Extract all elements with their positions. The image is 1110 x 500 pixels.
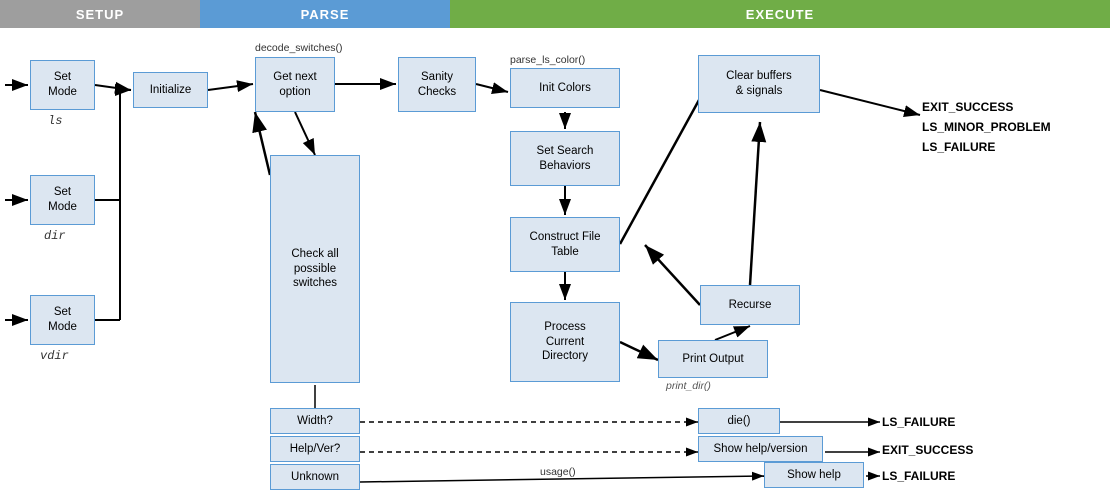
parse-ls-color-label: parse_ls_color() (510, 54, 585, 66)
setup-label: SETUP (76, 7, 124, 22)
clear-buffers-box: Clear buffers& signals (698, 55, 820, 113)
unknown-box: Unknown (270, 464, 360, 490)
exit-success-1: EXIT_SUCCESS (922, 100, 1013, 114)
execute-label: EXECUTE (746, 7, 814, 22)
print-dir-label: print_dir() (666, 380, 711, 392)
die-label: die() (727, 414, 750, 429)
die-box: die() (698, 408, 780, 434)
init-colors-box: Init Colors (510, 68, 620, 108)
dir-label: dir (44, 229, 66, 243)
set-mode-ls-box: SetMode (30, 60, 95, 110)
set-search-box: Set SearchBehaviors (510, 131, 620, 186)
set-mode-vdir-label: SetMode (48, 305, 77, 335)
set-mode-dir-box: SetMode (30, 175, 95, 225)
check-switches-label: Check allpossibleswitches (291, 247, 338, 292)
ls-failure-1: LS_FAILURE (922, 140, 995, 154)
sanity-checks-label: SanityChecks (418, 70, 456, 100)
recurse-label: Recurse (729, 298, 772, 313)
width-q-box: Width? (270, 408, 360, 434)
init-colors-label: Init Colors (539, 81, 591, 96)
get-next-option-box: Get nextoption (255, 57, 335, 112)
decode-switches-label: decode_switches() (255, 42, 343, 54)
set-search-label: Set SearchBehaviors (537, 144, 594, 174)
clear-buffers-label: Clear buffers& signals (726, 69, 792, 99)
recurse-box: Recurse (700, 285, 800, 325)
construct-file-label: Construct FileTable (530, 230, 601, 260)
parse-label: PARSE (301, 7, 350, 22)
show-help-label: Show help (787, 468, 841, 483)
set-mode-ls-label: SetMode (48, 70, 77, 100)
ls-label: ls (48, 114, 62, 128)
show-help-ver-label: Show help/version (714, 442, 808, 457)
usage-label: usage() (540, 466, 576, 478)
check-switches-box: Check allpossibleswitches (270, 155, 360, 383)
ls-failure-3: LS_FAILURE (882, 469, 955, 483)
set-mode-dir-label: SetMode (48, 185, 77, 215)
get-next-option-label: Get nextoption (273, 70, 316, 100)
diagram: SETUP PARSE EXECUTE (0, 0, 1110, 500)
construct-file-box: Construct FileTable (510, 217, 620, 272)
sanity-checks-box: SanityChecks (398, 57, 476, 112)
phase-parse-header: PARSE (200, 0, 450, 28)
phase-execute-header: EXECUTE (450, 0, 1110, 28)
process-dir-box: ProcessCurrentDirectory (510, 302, 620, 382)
vdir-label: vdir (40, 349, 69, 363)
print-output-label: Print Output (682, 352, 743, 367)
show-help-box: Show help (764, 462, 864, 488)
set-mode-vdir-box: SetMode (30, 295, 95, 345)
width-q-label: Width? (297, 414, 333, 429)
show-help-ver-box: Show help/version (698, 436, 823, 462)
help-ver-q-box: Help/Ver? (270, 436, 360, 462)
help-ver-q-label: Help/Ver? (290, 442, 341, 457)
ls-failure-2: LS_FAILURE (882, 415, 955, 429)
initialize-label: Initialize (150, 83, 192, 98)
process-dir-label: ProcessCurrentDirectory (542, 320, 588, 365)
unknown-label: Unknown (291, 470, 339, 485)
ls-minor-problem: LS_MINOR_PROBLEM (922, 120, 1051, 134)
print-output-box: Print Output (658, 340, 768, 378)
exit-success-2: EXIT_SUCCESS (882, 443, 973, 457)
initialize-box: Initialize (133, 72, 208, 108)
phase-setup-header: SETUP (0, 0, 200, 28)
